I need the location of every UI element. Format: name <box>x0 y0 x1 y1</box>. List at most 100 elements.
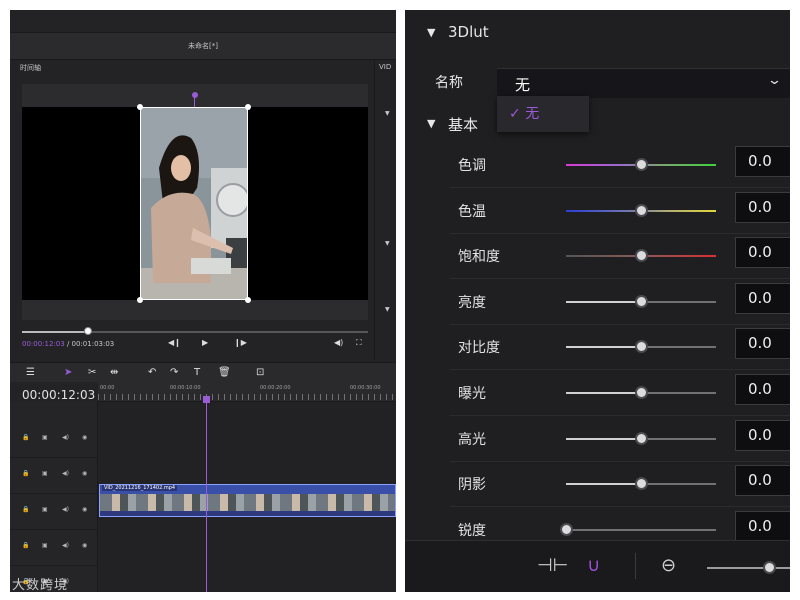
lock-icon[interactable]: 🔒 <box>22 470 29 477</box>
track-settings-icon[interactable]: ☰ <box>26 367 35 378</box>
cut-tool-icon[interactable]: ✂ <box>88 367 96 378</box>
param-row: 色温 0.0 <box>450 189 790 234</box>
volume-icon[interactable]: ◀) <box>334 338 343 347</box>
param-slider-knob[interactable] <box>560 522 573 536</box>
lut-dropdown-menu: ✓ 无 <box>497 96 589 132</box>
eye-icon[interactable]: ◉ <box>82 470 87 477</box>
param-slider-knob[interactable] <box>635 386 648 399</box>
param-value-input[interactable]: 0.0 <box>735 328 790 360</box>
fullscreen-icon[interactable]: ⛶ <box>356 338 362 348</box>
collapse-arrow-icon[interactable]: ▼ <box>427 117 435 130</box>
step-forward-icon[interactable]: ❙▶ <box>234 338 247 347</box>
param-value-input[interactable]: 0.0 <box>735 191 790 223</box>
eye-icon[interactable]: ◉ <box>82 434 87 441</box>
lock-icon[interactable]: 🔒 <box>22 506 29 513</box>
param-value-input[interactable]: 0.0 <box>735 282 790 314</box>
param-row: 阴影 0.0 <box>450 462 790 508</box>
param-row: 饱和度 0.0 <box>450 234 790 280</box>
split-clip-icon[interactable]: ⊣⊢ <box>537 555 568 576</box>
dropdown-option-none[interactable]: ✓ 无 <box>509 103 539 123</box>
resize-handle-bottom-left[interactable] <box>137 297 143 303</box>
current-time: 00:00:12:03 <box>22 340 65 348</box>
param-row: 高光 0.0 <box>450 417 790 462</box>
timeline-current-time: 00:00:12:03 <box>22 388 96 402</box>
basic-section-title[interactable]: 基本 <box>448 114 478 135</box>
clip-name: VID_20211216_171402.mp4 <box>102 485 178 491</box>
timeline-toolbar: ☰ ➤ ✂ ⇹ ↶ ↷ T 🗑 ⊡ <box>10 362 396 382</box>
param-slider-knob[interactable] <box>635 158 648 171</box>
magnet-snap-icon[interactable]: ∪ <box>587 555 600 576</box>
lut-section-title[interactable]: 3Dlut <box>448 23 489 41</box>
param-value-input[interactable]: 0.0 <box>735 146 790 177</box>
step-back-icon[interactable]: ◀❙ <box>168 338 181 347</box>
zoom-slider-knob[interactable] <box>763 561 776 574</box>
param-slider-knob[interactable] <box>635 477 648 491</box>
delete-icon[interactable]: 🗑 <box>218 367 231 378</box>
collapse-arrow-icon[interactable]: ▼ <box>427 26 435 39</box>
export-frame-icon[interactable]: ⊡ <box>256 367 264 378</box>
eye-icon[interactable]: ◉ <box>82 506 87 513</box>
ruler-label: 00:00 <box>100 385 115 391</box>
param-value-input[interactable]: 0.0 <box>735 419 790 451</box>
panel-divider <box>374 60 375 360</box>
check-icon: ✓ <box>509 106 526 122</box>
param-slider-knob[interactable] <box>635 340 648 354</box>
param-slider-knob[interactable] <box>635 203 648 217</box>
zoom-out-icon[interactable]: ⊖ <box>661 555 676 576</box>
split-tool-icon[interactable]: ⇹ <box>110 367 118 378</box>
redo-icon[interactable]: ↷ <box>170 367 178 378</box>
resize-handle-top-right[interactable] <box>245 104 251 110</box>
timeline-ruler[interactable]: 00:00 00:00:10:00 00:00:20:00 00:00:30:0… <box>98 382 396 402</box>
lut-name-value: 无 <box>515 76 531 94</box>
eye-icon[interactable]: ◉ <box>82 542 87 549</box>
video-clip[interactable]: VID_20211216_171402.mp4 <box>99 484 396 517</box>
resize-handle-top-left[interactable] <box>137 104 143 110</box>
param-label: 色温 <box>458 203 486 220</box>
param-value-input[interactable]: 0.0 <box>735 374 790 405</box>
mute-icon[interactable]: ◀) <box>62 470 69 477</box>
clip-thumbnails <box>100 494 395 512</box>
video-frame-image <box>141 108 247 299</box>
preview-canvas[interactable] <box>22 84 368 320</box>
ruler-label: 00:00:20:00 <box>260 385 291 391</box>
mute-icon[interactable]: ◀) <box>62 434 69 441</box>
screenshot-root: 未命名[*] 时间轴 VID ▼ ▼ ▼ 00:00:12:03 / 00:01… <box>0 0 800 600</box>
collapse-arrow-icon[interactable]: ▼ <box>385 110 390 117</box>
mute-icon[interactable]: ◀) <box>62 542 69 549</box>
title-bar: 未命名[*] <box>10 32 396 60</box>
playhead[interactable] <box>206 399 207 592</box>
collapse-arrow-icon[interactable]: ▼ <box>385 306 390 313</box>
param-value-input[interactable]: 0.0 <box>735 237 790 269</box>
param-label: 阴影 <box>458 477 486 494</box>
select-tool-icon[interactable]: ➤ <box>64 367 72 378</box>
mute-icon[interactable]: ◀) <box>62 506 69 513</box>
time-separator: / <box>64 340 72 348</box>
param-slider[interactable] <box>566 528 716 531</box>
playhead-handle[interactable] <box>203 396 210 403</box>
toolbar-separator <box>635 553 636 579</box>
param-value-input[interactable]: 0.0 <box>735 510 790 542</box>
resize-handle-bottom-right[interactable] <box>245 297 251 303</box>
param-slider-knob[interactable] <box>635 294 648 308</box>
bottom-toolbar: ⊣⊢ ∪ ⊖ <box>405 540 790 592</box>
preview-scrubber[interactable] <box>22 331 368 333</box>
lock-icon[interactable]: 🔒 <box>22 542 29 549</box>
total-time: 00:01:03:03 <box>71 340 115 348</box>
param-slider-knob[interactable] <box>635 431 648 445</box>
zoom-slider[interactable] <box>707 567 790 569</box>
param-row: 曝光 0.0 <box>450 371 790 416</box>
preview-timecode: 00:00:12:03 / 00:01:03:03 <box>22 340 114 348</box>
param-slider-knob[interactable] <box>635 249 648 263</box>
collapse-arrow-icon[interactable]: ▼ <box>385 240 390 247</box>
undo-icon[interactable]: ↶ <box>148 367 156 378</box>
chevron-down-icon: ⌄ <box>766 73 783 88</box>
scrubber-knob[interactable] <box>84 327 93 335</box>
text-tool-icon[interactable]: T <box>194 367 200 378</box>
lut-name-select[interactable]: 无 ⌄ <box>497 68 790 98</box>
video-frame[interactable] <box>140 107 248 300</box>
rotate-handle[interactable] <box>192 92 198 98</box>
param-label: 亮度 <box>458 294 486 311</box>
param-value-input[interactable]: 0.0 <box>735 465 790 497</box>
play-icon[interactable]: ▶ <box>202 338 208 347</box>
lock-icon[interactable]: 🔒 <box>22 434 29 441</box>
